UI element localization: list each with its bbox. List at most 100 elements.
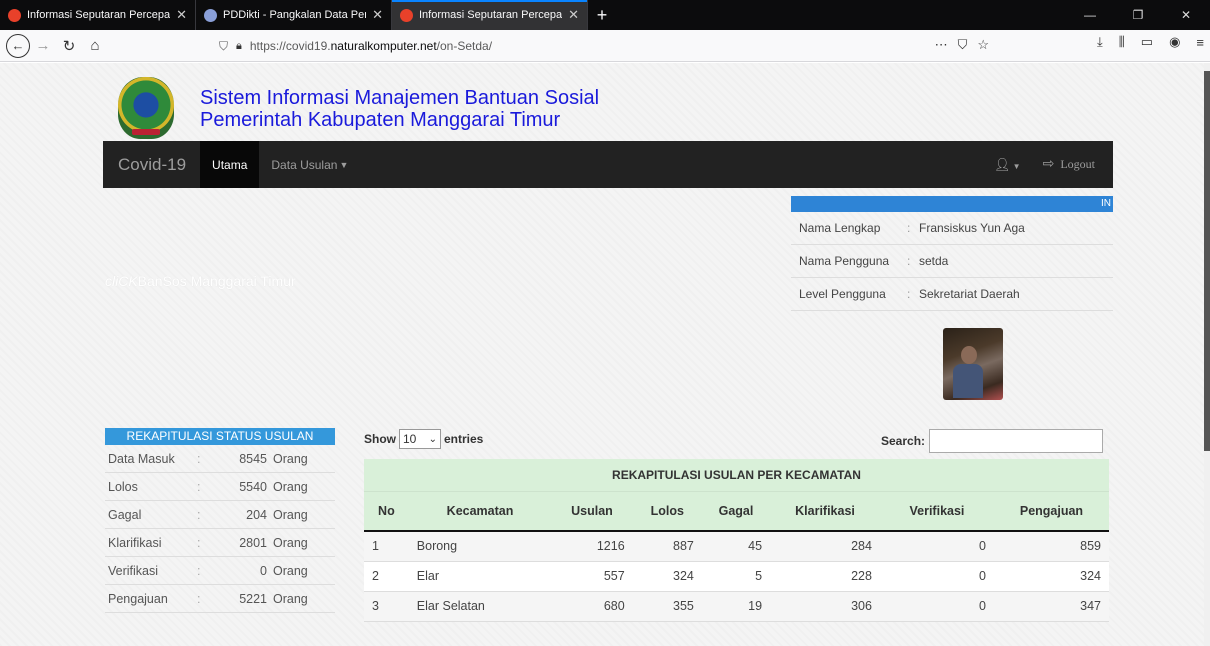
info-row: Level Pengguna: Sekretariat Daerah <box>791 278 1113 311</box>
scrollbar-thumb[interactable] <box>1204 71 1210 451</box>
library-icon[interactable]: ⫼ <box>1119 34 1125 50</box>
favicon-icon <box>400 8 413 22</box>
status-unit: Orang <box>273 535 308 550</box>
cell-verifikasi: 0 <box>879 531 994 562</box>
cell-no: 3 <box>364 591 409 622</box>
logout-icon: ⇨ <box>1042 157 1055 172</box>
cell-kecamatan-link[interactable]: Elar <box>408 561 552 592</box>
sidebar-icon[interactable]: ▭ <box>1141 34 1153 50</box>
regency-logo <box>118 77 174 139</box>
col-header[interactable]: Usulan <box>551 491 633 532</box>
bookmark-star-icon[interactable]: ☆ <box>977 37 989 53</box>
cell-lolos: 355 <box>632 591 702 622</box>
close-tab-icon[interactable]: ✕ <box>176 7 187 23</box>
cell-kecamatan-link[interactable]: Borong <box>408 531 552 562</box>
close-tab-icon[interactable]: ✕ <box>372 7 383 23</box>
lock-icon[interactable]: 🔒︎ <box>236 40 242 53</box>
logout-link[interactable]: ⇨ Logout <box>1043 156 1095 173</box>
cell-klarifikasi: 306 <box>770 591 880 622</box>
info-value: Sekretariat Daerah <box>919 287 1020 301</box>
col-header[interactable]: Klarifikasi <box>770 491 880 532</box>
info-row: Nama Pengguna: setda <box>791 245 1113 278</box>
status-colon: : <box>197 451 201 466</box>
reload-icon[interactable]: ↻ <box>56 33 82 59</box>
minimize-icon[interactable]: — <box>1066 0 1114 30</box>
shield-icon[interactable]: ⛉ <box>219 39 228 54</box>
tab-title: Informasi Seputaran Percepatan <box>419 9 563 21</box>
col-header[interactable]: No <box>364 491 409 532</box>
status-unit: Orang <box>273 507 308 522</box>
back-icon[interactable]: ← <box>6 33 30 58</box>
cell-kecamatan-link[interactable]: Elar Selatan <box>408 591 552 622</box>
status-unit: Orang <box>273 479 308 494</box>
main-navbar: Covid-19 Utama Data Usulan ▼ 👤︎ ▼ ⇨ Logout <box>103 141 1113 188</box>
browser-tab-bar: Informasi Seputaran Percepatan ✕ PDDikti… <box>0 0 1210 30</box>
status-value: 8545 <box>239 451 267 466</box>
favicon-icon <box>204 8 217 22</box>
status-row: Gagal: 204 Orang <box>105 501 335 529</box>
url-bar[interactable]: ⛉ 🔒︎ https://covid19.naturalkomputer.net… <box>219 34 989 58</box>
col-header[interactable]: Pengajuan <box>993 491 1109 532</box>
search-input[interactable] <box>929 429 1104 453</box>
entries-select[interactable]: 10 ⌄ <box>399 429 441 449</box>
entries-control: Show 10 ⌄ entries <box>364 429 483 449</box>
download-icon[interactable]: ⤓ <box>1097 34 1103 50</box>
new-tab-button[interactable]: + <box>588 0 616 30</box>
pocket-icon[interactable]: ⛉ <box>958 37 968 53</box>
nav-item-utama[interactable]: Utama <box>200 141 260 188</box>
hero-prefix: cliCK <box>105 273 138 289</box>
status-row: Pengajuan: 5221 Orang <box>105 585 335 613</box>
user-menu[interactable]: 👤︎ ▼ <box>994 157 1021 173</box>
info-colon: : <box>907 254 911 268</box>
cell-klarifikasi: 228 <box>770 561 880 592</box>
browser-tab[interactable]: Informasi Seputaran Percepatan ✕ <box>0 0 196 30</box>
status-label: Lolos <box>108 479 138 494</box>
status-label: Klarifikasi <box>108 535 162 550</box>
page-actions-icon[interactable]: ⋯ <box>935 37 948 53</box>
info-label: Nama Pengguna <box>799 254 890 268</box>
cell-gagal: 45 <box>701 531 771 562</box>
status-unit: Orang <box>273 563 308 578</box>
home-icon[interactable]: ⌂ <box>82 33 108 59</box>
logout-label: Logout <box>1060 157 1095 171</box>
status-row: Klarifikasi: 2801 Orang <box>105 529 335 557</box>
status-value: 5540 <box>239 479 267 494</box>
info-colon: : <box>907 221 911 235</box>
status-unit: Orang <box>273 591 308 606</box>
status-value: 2801 <box>239 535 267 550</box>
info-label: Level Pengguna <box>799 287 886 301</box>
site-title-line2: Pemerintah Kabupaten Manggarai Timur <box>200 109 561 131</box>
col-header[interactable]: Verifikasi <box>879 491 994 532</box>
close-window-icon[interactable]: ✕ <box>1162 0 1210 30</box>
navbar-brand[interactable]: Covid-19 <box>103 155 200 175</box>
restore-icon[interactable]: ❐ <box>1114 0 1162 30</box>
status-value: 5221 <box>239 591 267 606</box>
status-label: Data Masuk <box>108 451 175 466</box>
site-title: Sistem Informasi Manajemen Bantuan Sosia… <box>200 87 599 131</box>
status-label: Pengajuan <box>108 591 168 606</box>
info-header-bar: IN <box>791 196 1113 212</box>
col-header[interactable]: Kecamatan <box>408 491 552 532</box>
close-tab-icon[interactable]: ✕ <box>568 7 579 23</box>
tab-title: Informasi Seputaran Percepatan <box>27 9 171 21</box>
cell-lolos: 887 <box>632 531 702 562</box>
cell-gagal: 5 <box>701 561 771 592</box>
url-actions: ⋯ ⛉ ☆ <box>935 37 989 53</box>
page-scrollbar[interactable] <box>1204 63 1210 646</box>
cell-pengajuan: 859 <box>993 531 1109 562</box>
account-icon[interactable]: ◉ <box>1169 34 1180 50</box>
cell-usulan: 557 <box>551 561 633 592</box>
browser-tab-active[interactable]: Informasi Seputaran Percepatan ✕ <box>392 0 588 30</box>
forward-icon[interactable]: → <box>30 33 56 59</box>
nav-item-data-usulan[interactable]: Data Usulan ▼ <box>259 141 360 188</box>
menu-icon[interactable]: ≡ <box>1196 35 1204 50</box>
cell-lolos: 324 <box>632 561 702 592</box>
caret-down-icon: ▼ <box>1010 161 1021 171</box>
toolbar-right: ⤓ ⫼ ▭ ◉ ≡ <box>1097 34 1204 50</box>
status-unit: Orang <box>273 451 308 466</box>
col-header[interactable]: Gagal <box>701 491 771 532</box>
browser-tab[interactable]: PDDikti - Pangkalan Data Pendidikan ✕ <box>196 0 392 30</box>
cell-verifikasi: 0 <box>879 561 994 592</box>
cell-no: 2 <box>364 561 409 592</box>
col-header[interactable]: Lolos <box>632 491 702 532</box>
